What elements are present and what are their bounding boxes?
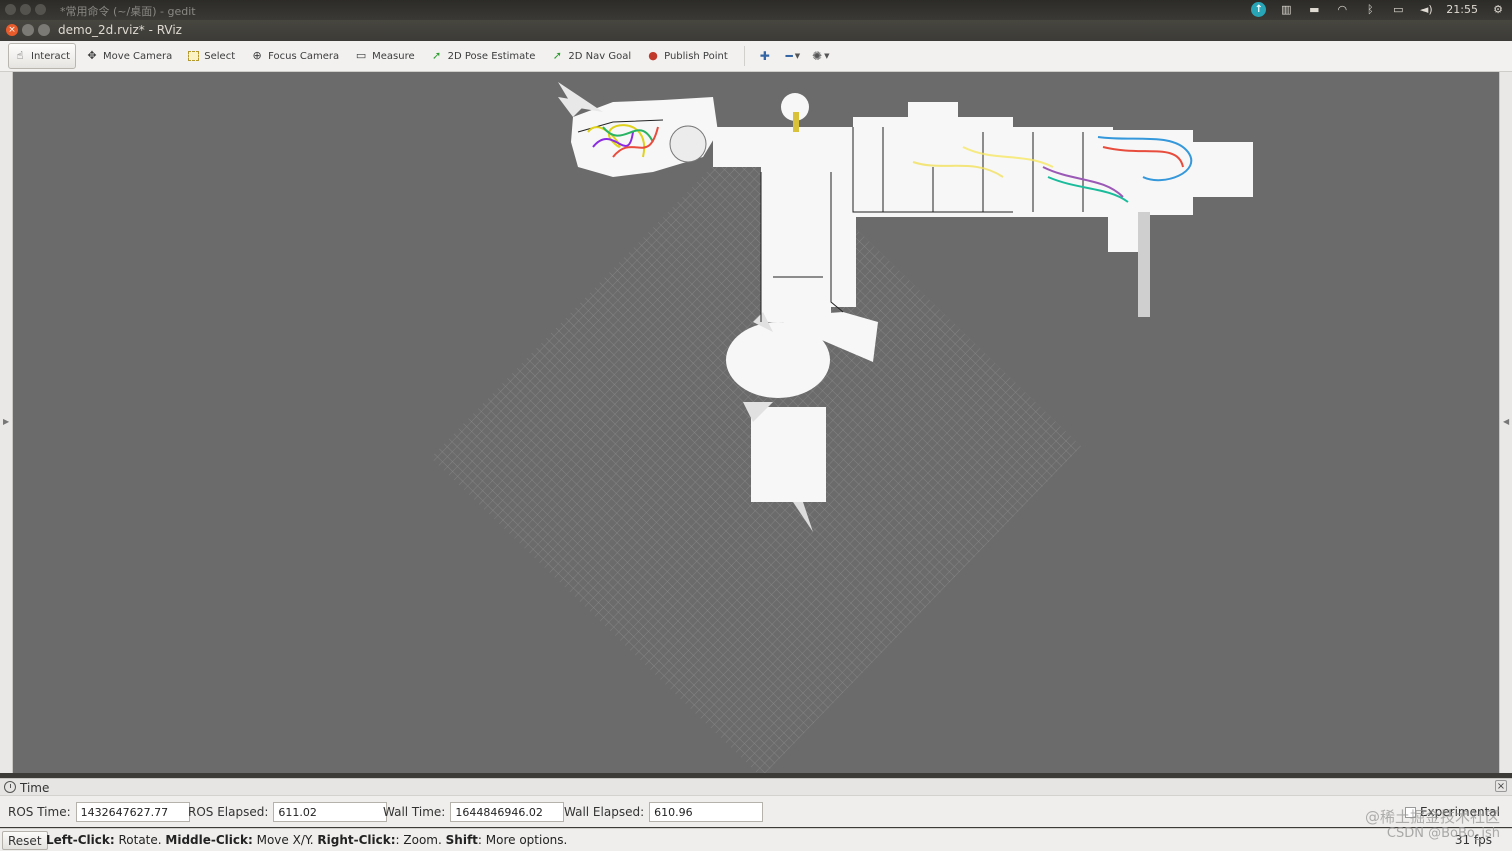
clock-icon [4,781,16,793]
hint-text: : More options. [477,833,568,847]
wall-time-label: Wall Time: [383,805,446,819]
tool-select[interactable]: Select [182,43,241,69]
wall-elapsed-label: Wall Elapsed: [564,805,645,819]
add-tool-icon: ✚ [759,49,770,63]
focus-camera-icon: ⊕ [252,49,262,62]
close-window-button[interactable]: × [6,24,18,36]
map-render [430,82,1253,773]
tool-2d-pose-estimate[interactable]: ➚ 2D Pose Estimate [425,43,542,69]
remove-tool-icon: ━ [785,49,793,63]
green-arrow-icon: ➚ [552,49,562,62]
tool-label: Publish Point [664,50,728,62]
ros-time-field[interactable] [75,802,190,822]
right-dock-handle[interactable]: ◀ [1499,72,1512,773]
hint-text: Move X/Y. [252,833,318,847]
background-window-title: *常用命令 (~/桌面) - gedit [60,5,196,18]
chevron-down-icon: ▼ [824,52,830,60]
remove-tool-button[interactable]: ━ ▼ [779,45,807,67]
tool-label: Move Camera [103,50,173,62]
tool-publish-point[interactable]: ● Publish Point [641,43,734,69]
tool-label: 2D Nav Goal [568,50,632,62]
ros-elapsed-field[interactable] [273,802,388,822]
render-viewport[interactable] [13,72,1499,773]
rviz-toolbar: ☝ Interact ✥ Move Camera Select ⊕ Focus … [0,41,1512,72]
time-panel: ROS Time: ROS Elapsed: Wall Time: Wall E… [0,796,1512,827]
chevron-down-icon: ▼ [794,52,801,60]
watermark-juejin: @稀土掘金技术社区 [1364,808,1500,826]
expand-left-icon: ▶ [3,417,10,426]
status-bar: Reset Left-Click: Rotate. Middle-Click: … [0,828,1512,851]
window-titlebar[interactable]: × demo_2d.rviz* - RViz [0,20,1512,41]
wall-elapsed-field[interactable] [649,802,764,822]
wall-time-group: Wall Time: [383,802,565,822]
keyboard-layout-icon[interactable]: ▥ [1278,3,1294,17]
background-window-buttons [5,4,46,15]
hint-key: Middle-Click: [165,833,253,847]
update-icon[interactable]: ↑ [1251,2,1267,17]
green-arrow-icon: ➚ [432,49,442,62]
tool-properties-icon: ✺ [812,49,823,63]
mouse-hint: Left-Click: Rotate. Middle-Click: Move X… [46,833,567,847]
tool-2d-nav-goal[interactable]: ➚ 2D Nav Goal [545,43,637,69]
tool-label: Interact [31,50,71,62]
system-top-panel: *常用命令 (~/桌面) - gedit ↑ ▥ ▬ ◠ ᛒ ▭ ◄) 21:5… [0,0,1512,20]
hint-key: Shift [445,833,478,847]
input-method-icon[interactable]: ▬ [1306,3,1322,17]
tool-properties-button[interactable]: ✺ ▼ [807,45,835,67]
settings-icon[interactable]: ⚙ [1490,3,1506,17]
wall-elapsed-group: Wall Elapsed: [564,802,764,822]
tool-focus-camera[interactable]: ⊕ Focus Camera [245,43,345,69]
system-tray: ↑ ▥ ▬ ◠ ᛒ ▭ ◄) 21:55 ⚙ [1251,2,1506,17]
ruler-icon: ▭ [355,49,367,62]
tool-label: Measure [372,50,415,62]
tool-measure[interactable]: ▭ Measure [349,43,421,69]
move-camera-icon: ✥ [87,49,97,62]
bluetooth-icon[interactable]: ᛒ [1362,3,1378,17]
close-panel-button[interactable]: × [1495,780,1507,792]
ros-time-group: ROS Time: [8,802,190,822]
tool-move-camera[interactable]: ✥ Move Camera [80,43,178,69]
minimize-window-button[interactable] [22,24,34,36]
tool-label: 2D Pose Estimate [447,50,536,62]
battery-icon[interactable]: ▭ [1390,3,1406,17]
system-clock[interactable]: 21:55 [1446,3,1478,16]
time-panel-header: Time × [0,778,1512,796]
time-panel-title: Time [20,781,50,795]
wifi-icon[interactable]: ◠ [1334,3,1350,17]
pin-icon: ● [648,49,658,62]
wall-time-field[interactable] [450,802,565,822]
tool-interact[interactable]: ☝ Interact [8,43,77,69]
hint-key: Right-Click: [317,833,396,847]
ros-elapsed-group: ROS Elapsed: [188,802,388,822]
reset-button[interactable]: Reset [2,831,48,850]
left-dock-handle[interactable]: ▶ [0,72,13,773]
hint-text: Rotate. [114,833,166,847]
expand-right-icon: ◀ [1503,417,1510,426]
tool-label: Focus Camera [268,50,340,62]
ros-elapsed-label: ROS Elapsed: [188,805,269,819]
hint-text: : Zoom. [395,833,446,847]
watermark-csdn: CSDN @BoBo_ish [1386,826,1500,841]
tool-label: Select [204,50,236,62]
ros-time-label: ROS Time: [8,805,71,819]
volume-icon[interactable]: ◄) [1418,3,1434,17]
toolbar-separator [743,46,745,66]
select-icon [188,51,200,61]
add-tool-button[interactable]: ✚ [751,45,779,67]
window-title: demo_2d.rviz* - RViz [58,23,182,37]
hand-icon: ☝ [16,49,24,62]
maximize-window-button[interactable] [38,24,50,36]
hint-key: Left-Click: [46,833,115,847]
